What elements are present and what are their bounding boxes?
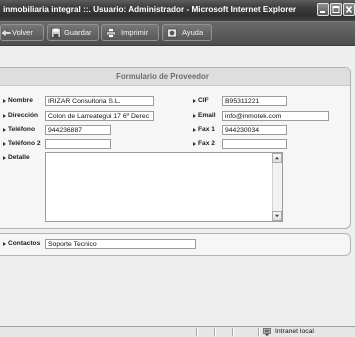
- toolbar: Volver Guardar Imprimir Ayuda: [0, 21, 355, 46]
- textarea-scrollbar[interactable]: [272, 153, 282, 221]
- label-fax2: Fax 2: [198, 140, 215, 147]
- direccion-input[interactable]: [45, 111, 154, 121]
- maximize-icon: [332, 6, 340, 13]
- form-panel: Formulario de Proveedor Nombre CIF Direc…: [0, 67, 351, 229]
- status-separator: [258, 328, 259, 336]
- detalle-textarea[interactable]: [45, 152, 283, 222]
- form-title: Formulario de Proveedor: [0, 68, 350, 86]
- bullet-arrow-icon: [3, 98, 6, 103]
- intranet-zone-icon: [263, 328, 271, 336]
- scroll-down-arrow-icon: [275, 214, 279, 218]
- telefono2-input[interactable]: [45, 139, 111, 149]
- back-arrow-icon: [1, 28, 11, 38]
- fax1-input[interactable]: [222, 125, 287, 135]
- label-email: Email: [198, 112, 216, 119]
- label-telefono2: Teléfono 2: [8, 140, 41, 147]
- minimize-icon: [320, 11, 325, 13]
- volver-label: Volver: [12, 28, 33, 37]
- telefono-input[interactable]: [45, 125, 111, 135]
- zone-label: Intranet local: [275, 328, 314, 335]
- status-separator: [214, 328, 215, 336]
- save-icon: [51, 28, 61, 38]
- guardar-button[interactable]: Guardar: [47, 24, 99, 41]
- bullet-arrow-icon: [3, 113, 6, 118]
- label-fax1: Fax 1: [198, 126, 215, 133]
- bullet-arrow-icon: [3, 155, 6, 160]
- bullet-arrow-icon: [193, 141, 196, 146]
- label-nombre: Nombre: [8, 97, 33, 104]
- label-direccion: Dirección: [8, 112, 39, 119]
- printer-icon: [106, 28, 116, 38]
- scroll-up-arrow-icon: [275, 156, 279, 160]
- close-icon: [345, 5, 353, 14]
- label-telefono: Teléfono: [8, 126, 35, 133]
- bullet-arrow-icon: [3, 241, 6, 246]
- ayuda-button[interactable]: Ayuda: [162, 24, 212, 41]
- bullet-arrow-icon: [193, 98, 196, 103]
- fax2-input[interactable]: [222, 139, 287, 149]
- guardar-label: Guardar: [64, 28, 92, 37]
- label-cif: CIF: [198, 97, 209, 104]
- bullet-arrow-icon: [3, 127, 6, 132]
- label-contactos: Contactos: [8, 240, 41, 247]
- bullet-arrow-icon: [3, 141, 6, 146]
- title-bar: inmobiliaria integral ::. Usuario: Admin…: [0, 0, 355, 21]
- ayuda-label: Ayuda: [182, 28, 204, 37]
- window-title: inmobiliaria integral ::. Usuario: Admin…: [3, 5, 297, 14]
- help-icon: [167, 28, 177, 38]
- contactos-panel: Contactos: [0, 233, 351, 256]
- bullet-arrow-icon: [193, 113, 196, 118]
- scroll-up-button[interactable]: [272, 153, 282, 163]
- maximize-button[interactable]: [330, 3, 342, 16]
- nombre-input[interactable]: [45, 96, 154, 106]
- minimize-button[interactable]: [317, 3, 329, 16]
- scroll-down-button[interactable]: [272, 211, 282, 221]
- status-separator: [232, 328, 233, 336]
- status-bar: Intranet local: [0, 326, 355, 337]
- cif-input[interactable]: [222, 96, 287, 106]
- email-input[interactable]: [222, 111, 329, 121]
- volver-button[interactable]: Volver: [0, 24, 44, 41]
- imprimir-label: Imprimir: [121, 28, 149, 37]
- label-detalle: Detalle: [8, 154, 30, 161]
- contactos-field[interactable]: [45, 239, 196, 249]
- bullet-arrow-icon: [193, 127, 196, 132]
- imprimir-button[interactable]: Imprimir: [101, 24, 159, 41]
- close-button[interactable]: [343, 3, 355, 16]
- status-separator: [196, 328, 197, 336]
